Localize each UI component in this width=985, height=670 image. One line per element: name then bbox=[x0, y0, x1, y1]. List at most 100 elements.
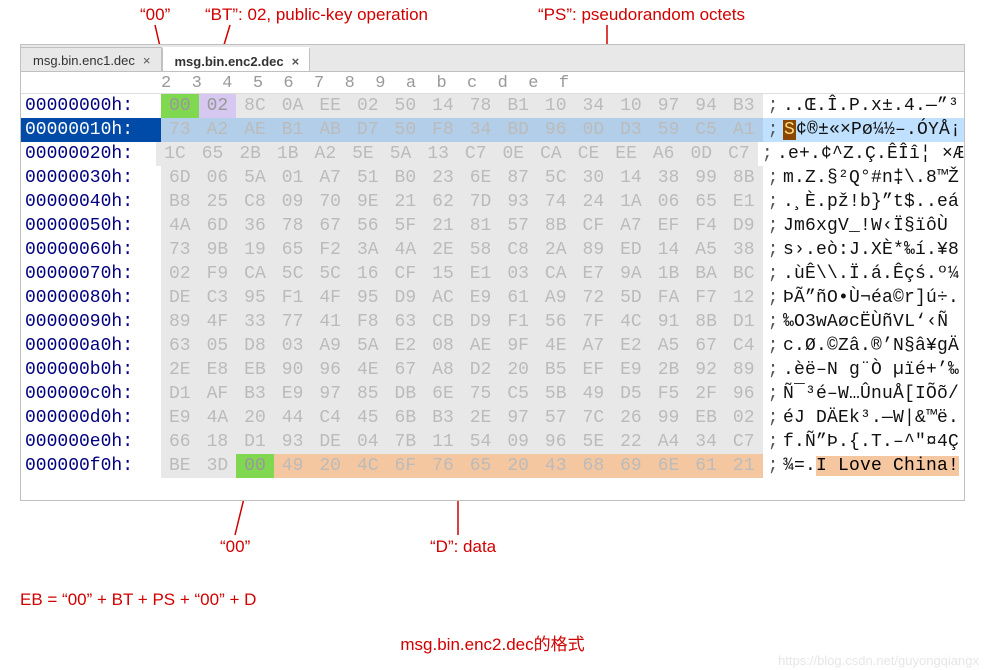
hex-byte[interactable]: AE bbox=[462, 334, 500, 358]
hex-byte[interactable]: A5 bbox=[687, 238, 725, 262]
hex-byte[interactable]: 9A bbox=[612, 262, 650, 286]
hex-byte[interactable]: 66 bbox=[161, 430, 199, 454]
hex-byte[interactable]: AF bbox=[199, 382, 237, 406]
hex-byte[interactable]: 1B bbox=[269, 142, 307, 166]
hex-byte[interactable]: 7B bbox=[387, 430, 425, 454]
hex-byte[interactable]: 70 bbox=[311, 190, 349, 214]
hex-row[interactable]: 000000b0h:2EE8EB90964E67A8D220B5EFE92B92… bbox=[21, 358, 964, 382]
hex-byte[interactable]: A2 bbox=[307, 142, 345, 166]
hex-byte[interactable]: 56 bbox=[537, 310, 575, 334]
hex-byte[interactable]: 4F bbox=[311, 286, 349, 310]
hex-byte[interactable]: 5A bbox=[236, 166, 274, 190]
hex-byte[interactable]: D2 bbox=[462, 358, 500, 382]
hex-byte[interactable]: 6D bbox=[161, 166, 199, 190]
hex-byte[interactable]: 6B bbox=[387, 406, 425, 430]
hex-byte[interactable]: 95 bbox=[349, 286, 387, 310]
hex-byte[interactable]: 00 bbox=[236, 454, 274, 478]
hex-byte[interactable]: 8B bbox=[687, 310, 725, 334]
hex-byte[interactable]: CA bbox=[537, 262, 575, 286]
hex-byte[interactable]: 14 bbox=[612, 166, 650, 190]
hex-byte[interactable]: 5D bbox=[612, 286, 650, 310]
hex-byte[interactable]: 0E bbox=[495, 142, 533, 166]
hex-byte[interactable]: 8B bbox=[537, 214, 575, 238]
hex-byte[interactable]: D8 bbox=[236, 334, 274, 358]
hex-byte[interactable]: 5C bbox=[311, 262, 349, 286]
hex-byte[interactable]: D9 bbox=[387, 286, 425, 310]
hex-byte[interactable]: 01 bbox=[274, 166, 312, 190]
hex-byte[interactable]: 97 bbox=[311, 382, 349, 406]
hex-row[interactable]: 00000080h:DEC395F14F95D9ACE961A9725DFAF7… bbox=[21, 286, 964, 310]
hex-byte[interactable]: EF bbox=[650, 214, 688, 238]
hex-byte[interactable]: CF bbox=[387, 262, 425, 286]
hex-byte[interactable]: 7C bbox=[575, 406, 613, 430]
hex-byte[interactable]: 5E bbox=[575, 430, 613, 454]
hex-byte[interactable]: 41 bbox=[311, 310, 349, 334]
hex-byte[interactable]: 0A bbox=[274, 94, 312, 118]
hex-byte[interactable]: D7 bbox=[349, 118, 387, 142]
hex-byte[interactable]: 2F bbox=[687, 382, 725, 406]
hex-byte[interactable]: F5 bbox=[650, 382, 688, 406]
hex-row[interactable]: 000000f0h:BE3D0049204C6F7665204368696E61… bbox=[21, 454, 964, 478]
hex-byte[interactable]: 03 bbox=[274, 334, 312, 358]
hex-byte[interactable]: A4 bbox=[650, 430, 688, 454]
hex-byte[interactable]: F4 bbox=[687, 214, 725, 238]
hex-byte[interactable]: E9 bbox=[274, 382, 312, 406]
hex-byte[interactable]: C7 bbox=[725, 430, 763, 454]
hex-byte[interactable]: 96 bbox=[537, 430, 575, 454]
hex-byte[interactable]: 85 bbox=[349, 382, 387, 406]
hex-byte[interactable]: CB bbox=[424, 310, 462, 334]
close-icon[interactable]: × bbox=[141, 53, 153, 68]
hex-byte[interactable]: D9 bbox=[462, 310, 500, 334]
hex-byte[interactable]: 0D bbox=[575, 118, 613, 142]
hex-byte[interactable]: E9 bbox=[462, 286, 500, 310]
hex-byte[interactable]: A7 bbox=[612, 214, 650, 238]
hex-byte[interactable]: 2B bbox=[231, 142, 269, 166]
hex-byte[interactable]: 20 bbox=[311, 454, 349, 478]
hex-byte[interactable]: 7F bbox=[575, 310, 613, 334]
hex-byte[interactable]: 97 bbox=[650, 94, 688, 118]
hex-byte[interactable]: 30 bbox=[575, 166, 613, 190]
hex-byte[interactable]: 02 bbox=[199, 94, 237, 118]
hex-byte[interactable]: 4A bbox=[161, 214, 199, 238]
hex-byte[interactable]: C4 bbox=[725, 334, 763, 358]
hex-byte[interactable]: 67 bbox=[311, 214, 349, 238]
hex-byte[interactable]: F8 bbox=[349, 310, 387, 334]
hex-byte[interactable]: 08 bbox=[424, 334, 462, 358]
hex-byte[interactable]: 3D bbox=[199, 454, 237, 478]
hex-byte[interactable]: F1 bbox=[499, 310, 537, 334]
hex-row[interactable]: 000000c0h:D1AFB3E99785DB6E75C55B49D5F52F… bbox=[21, 382, 964, 406]
hex-byte[interactable]: 96 bbox=[725, 382, 763, 406]
hex-byte[interactable]: 1A bbox=[612, 190, 650, 214]
hex-byte[interactable]: E9 bbox=[161, 406, 199, 430]
hex-byte[interactable]: 78 bbox=[274, 214, 312, 238]
hex-byte[interactable]: CA bbox=[236, 262, 274, 286]
hex-byte[interactable]: E2 bbox=[387, 334, 425, 358]
hex-byte[interactable]: 5A bbox=[382, 142, 420, 166]
hex-byte[interactable]: 10 bbox=[612, 94, 650, 118]
hex-byte[interactable]: 61 bbox=[687, 454, 725, 478]
hex-byte[interactable]: 14 bbox=[424, 94, 462, 118]
hex-byte[interactable]: 5A bbox=[349, 334, 387, 358]
hex-byte[interactable]: C8 bbox=[499, 238, 537, 262]
hex-byte[interactable]: 4E bbox=[537, 334, 575, 358]
hex-byte[interactable]: 58 bbox=[462, 238, 500, 262]
hex-byte[interactable]: 50 bbox=[387, 118, 425, 142]
hex-byte[interactable]: 23 bbox=[424, 166, 462, 190]
hex-byte[interactable]: F7 bbox=[687, 286, 725, 310]
hex-byte[interactable]: 67 bbox=[687, 334, 725, 358]
hex-byte[interactable]: 1C bbox=[156, 142, 194, 166]
hex-byte[interactable]: B5 bbox=[537, 358, 575, 382]
hex-byte[interactable]: C5 bbox=[499, 382, 537, 406]
hex-byte[interactable]: EE bbox=[311, 94, 349, 118]
hex-byte[interactable]: 65 bbox=[462, 454, 500, 478]
hex-byte[interactable]: 06 bbox=[650, 190, 688, 214]
hex-byte[interactable]: 33 bbox=[236, 310, 274, 334]
hex-byte[interactable]: 6E bbox=[424, 382, 462, 406]
hex-byte[interactable]: 75 bbox=[462, 382, 500, 406]
hex-byte[interactable]: E7 bbox=[575, 262, 613, 286]
hex-byte[interactable]: 4A bbox=[387, 238, 425, 262]
hex-byte[interactable]: B1 bbox=[499, 94, 537, 118]
hex-byte[interactable]: 73 bbox=[161, 238, 199, 262]
hex-byte[interactable]: 9B bbox=[199, 238, 237, 262]
hex-byte[interactable]: 73 bbox=[161, 118, 199, 142]
